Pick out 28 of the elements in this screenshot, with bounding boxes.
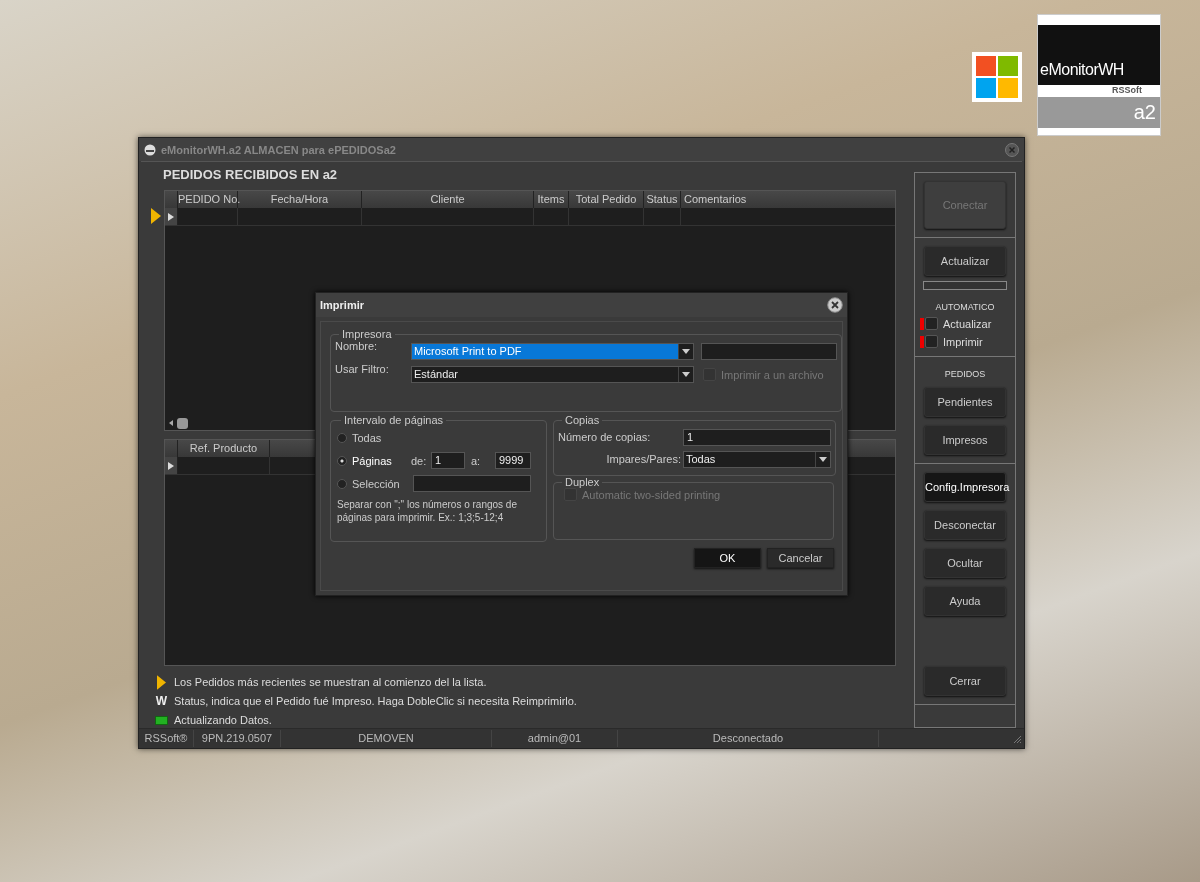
logo-brand: eMonitorWH (1040, 61, 1124, 79)
field-label: Número de copias: (558, 431, 652, 443)
field-label: Nombre: (335, 340, 379, 352)
status-text: admin@01 (492, 730, 618, 747)
logo-maker: RSSoft (1112, 85, 1142, 96)
group-title: Impresora (341, 328, 393, 340)
field-label: Usar Filtro: (335, 363, 390, 375)
status-text: 9PN.219.0507 (194, 730, 281, 747)
legend-text: Los Pedidos más recientes se muestran al comienzo del la lista. (174, 676, 487, 688)
group-title: Duplex (564, 476, 601, 488)
legend-text: Status, indica que el Pedido fué Impreso. Haga DobleClic si necesita Reimprimirlo. (174, 695, 577, 707)
status-glyph: W (155, 694, 168, 708)
status-text: RSSoft® (139, 730, 194, 747)
field-label: Impares/Pares: (605, 453, 682, 465)
section-heading: AUTOMATICO (935, 302, 995, 312)
range-hint: Separar con ";" los números o rangos de páginas para imprimir. Ex.: 1;3;5-12;4 (337, 498, 518, 524)
logo-edition: a2 (1133, 100, 1156, 124)
orders-heading: PEDIDOS RECIBIDOS EN a2 (162, 167, 339, 184)
section-heading: PEDIDOS (944, 369, 986, 379)
window-title: eMonitorWH.a2 ALMACEN para ePEDIDOSa2 (161, 143, 397, 156)
group-title: Copias (564, 414, 601, 426)
group-title: Intervalo de páginas (343, 414, 445, 426)
status-text: Desconectado (618, 730, 879, 747)
field-label: de: (411, 454, 428, 467)
status-text: DEMOVEN (281, 730, 492, 747)
dialog-title: Imprimir (320, 299, 364, 311)
field-label: a: (471, 454, 482, 467)
legend-text: Actualizando Datos. (174, 714, 272, 726)
